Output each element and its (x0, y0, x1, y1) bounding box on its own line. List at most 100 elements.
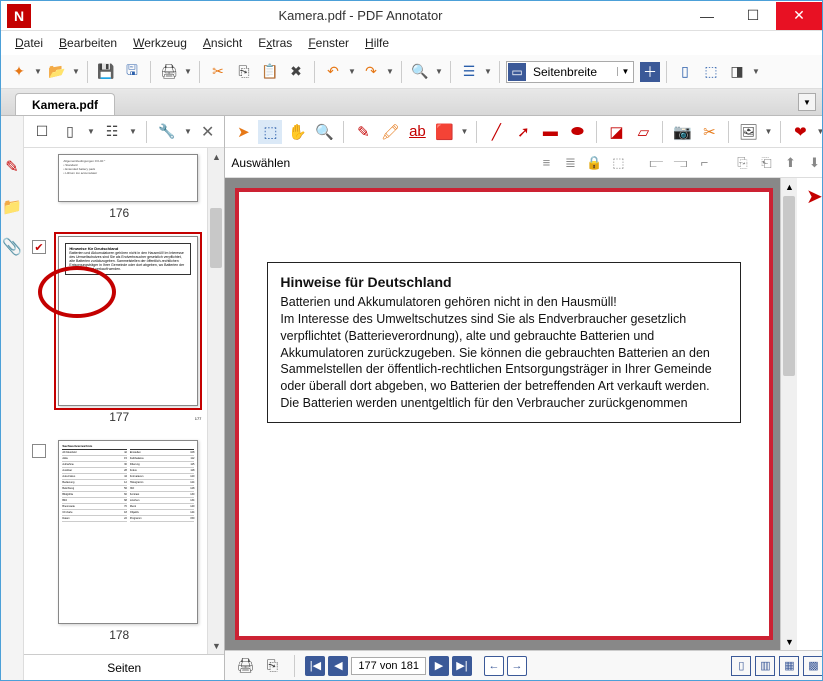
page-canvas[interactable]: Hinweise für Deutschland Batterien und A… (225, 178, 797, 650)
main-scroll-up[interactable]: ▲ (781, 178, 797, 195)
fav-dd[interactable]: ▼ (815, 127, 822, 136)
main-scroll-thumb[interactable] (783, 196, 795, 376)
group-icon[interactable]: ⬚ (607, 152, 629, 174)
redo-dropdown[interactable]: ▼ (385, 67, 395, 76)
pen-tool-icon[interactable]: ✎ (1, 156, 23, 178)
zoom-selector[interactable]: ▭ Seitenbreite ▼ (506, 61, 634, 83)
sidebar-close-button[interactable]: ✕ (197, 122, 218, 142)
paste-button[interactable]: 📋 (258, 60, 282, 84)
view-cont-button[interactable]: ▥ (755, 656, 775, 676)
delete-button[interactable]: ✖ (284, 60, 308, 84)
nav-back-button[interactable]: ← (484, 656, 504, 676)
thumb-177[interactable]: ✔ Hinweise für DeutschlandBatterien und … (32, 236, 206, 424)
first-page-button[interactable]: |◀ (305, 656, 325, 676)
thumb-176[interactable]: Allgemeinbedingungen 0:0-40 °• Standard•… (32, 154, 206, 220)
maximize-button[interactable]: ☐ (730, 2, 776, 30)
prev-page-button[interactable]: ◀ (328, 656, 348, 676)
doc-tab-kamera[interactable]: Kamera.pdf (15, 93, 115, 115)
zoom-in-button[interactable]: ＋ (640, 62, 660, 82)
menu-help[interactable]: Hilfe (359, 34, 395, 52)
minimize-button[interactable]: — (684, 2, 730, 30)
menu-tool[interactable]: Werkzeug (127, 34, 193, 52)
pointer-tool[interactable]: ➤ (231, 120, 255, 144)
layer-up-icon[interactable]: ⬆ (779, 152, 801, 174)
arrow-tool[interactable]: ➚ (511, 120, 535, 144)
single-page-button[interactable]: ▯ (673, 60, 697, 84)
save-as-button[interactable]: 🖫 (120, 60, 144, 84)
menu-window[interactable]: Fenster (302, 34, 355, 52)
pan-tool[interactable]: ✋ (285, 120, 309, 144)
thumb-checkbox-177[interactable]: ✔ (32, 240, 46, 254)
nav-fwd-button[interactable]: → (507, 656, 527, 676)
view-two-button[interactable]: ▦ (779, 656, 799, 676)
send-back-icon[interactable]: ⎗ (755, 152, 777, 174)
print-status-button[interactable]: 🖨 (233, 654, 257, 678)
highlighter-tool[interactable]: 🖍 (378, 120, 402, 144)
stamp-tool[interactable]: 🟥 (432, 120, 456, 144)
ellipse-tool[interactable]: ⬬ (565, 120, 589, 144)
attachment-tool-icon[interactable]: 📎 (1, 236, 23, 258)
page-indicator[interactable]: 177 von 181 (351, 657, 426, 675)
image-dd[interactable]: ▼ (763, 127, 773, 136)
menu-view[interactable]: Ansicht (197, 34, 248, 52)
layer-down-icon[interactable]: ⬇ (803, 152, 822, 174)
align-left-icon[interactable]: ≡ (535, 152, 557, 174)
rect-tool[interactable]: ▬ (538, 120, 562, 144)
select-all-checkbox[interactable]: ☐ (30, 120, 54, 144)
thumb-checkbox-178[interactable] (32, 444, 46, 458)
align-center-icon[interactable]: ≣ (559, 152, 581, 174)
view-grid-button[interactable]: ▩ (803, 656, 822, 676)
zoom-dropdown-icon[interactable]: ▼ (617, 67, 633, 76)
lock-icon[interactable]: 🔒 (583, 152, 605, 174)
cut-button[interactable]: ✂ (206, 60, 230, 84)
search-button[interactable]: 🔍 (408, 60, 432, 84)
new-doc-dropdown[interactable]: ▼ (33, 67, 43, 76)
snapshot-tool[interactable]: 📷 (670, 120, 694, 144)
main-scroll-down[interactable]: ▼ (781, 633, 797, 650)
crop-tool[interactable]: ✂ (697, 120, 721, 144)
page-menu-dd[interactable]: ▼ (86, 127, 96, 136)
save-button[interactable]: 💾 (94, 60, 118, 84)
thumb-178[interactable]: Sachwortverzeichnis AF-Messfeld42Akku15A… (32, 440, 206, 642)
open-button[interactable]: 📂 (45, 60, 69, 84)
whiteout-tool[interactable]: ▱ (631, 120, 655, 144)
undo-button[interactable]: ↶ (321, 60, 345, 84)
page-menu-button[interactable]: ▯ (58, 120, 82, 144)
open-dropdown[interactable]: ▼ (71, 67, 81, 76)
menu-extras[interactable]: Extras (252, 34, 298, 52)
settings-button[interactable]: 🔧 (155, 120, 179, 144)
undo-dropdown[interactable]: ▼ (347, 67, 357, 76)
menu-file[interactable]: Datei (9, 34, 49, 52)
scroll-up-icon[interactable]: ▲ (208, 148, 224, 165)
list-dropdown[interactable]: ▼ (483, 67, 493, 76)
last-page-button[interactable]: ▶| (452, 656, 472, 676)
settings-dd[interactable]: ▼ (183, 127, 193, 136)
layout-dropdown[interactable]: ▼ (751, 67, 761, 76)
dist-h-icon[interactable]: ⫍ (645, 152, 667, 174)
search-dropdown[interactable]: ▼ (434, 67, 444, 76)
view-single-button[interactable]: ▯ (731, 656, 751, 676)
thumbs-scrollbar[interactable]: ▲ ▼ (207, 148, 224, 654)
thumbs-view-button[interactable]: ☷ (100, 120, 124, 144)
thumb-page-178[interactable]: Sachwortverzeichnis AF-Messfeld42Akku15A… (58, 440, 198, 624)
thumb-page-177[interactable]: Hinweise für DeutschlandBatterien und Ak… (58, 236, 198, 406)
main-scrollbar[interactable]: ▲ ▼ (780, 178, 797, 650)
two-page-button[interactable]: ◨ (725, 60, 749, 84)
menu-edit[interactable]: Bearbeiten (53, 34, 123, 52)
line-tool[interactable]: ╱ (484, 120, 508, 144)
align-top-icon[interactable]: ⌐ (693, 152, 715, 174)
copy-button[interactable]: ⎘ (232, 60, 256, 84)
favorite-tool[interactable]: ❤ (788, 120, 812, 144)
scroll-thumb[interactable] (210, 208, 222, 268)
scroll-down-icon[interactable]: ▼ (208, 637, 224, 654)
bring-front-icon[interactable]: ⎘ (731, 152, 753, 174)
redo-button[interactable]: ↷ (359, 60, 383, 84)
select-tool[interactable]: ⬚ (258, 120, 282, 144)
print-button[interactable]: 🖨 (157, 60, 181, 84)
tab-overflow-button[interactable]: ▼ (798, 93, 816, 111)
list-button[interactable]: ☰ (457, 60, 481, 84)
cursor-icon[interactable]: ➤ (802, 184, 822, 208)
thumb-page-176[interactable]: Allgemeinbedingungen 0:0-40 °• Standard•… (58, 154, 198, 202)
bookmark-tool-icon[interactable]: 📁 (1, 196, 23, 218)
print-dropdown[interactable]: ▼ (183, 67, 193, 76)
